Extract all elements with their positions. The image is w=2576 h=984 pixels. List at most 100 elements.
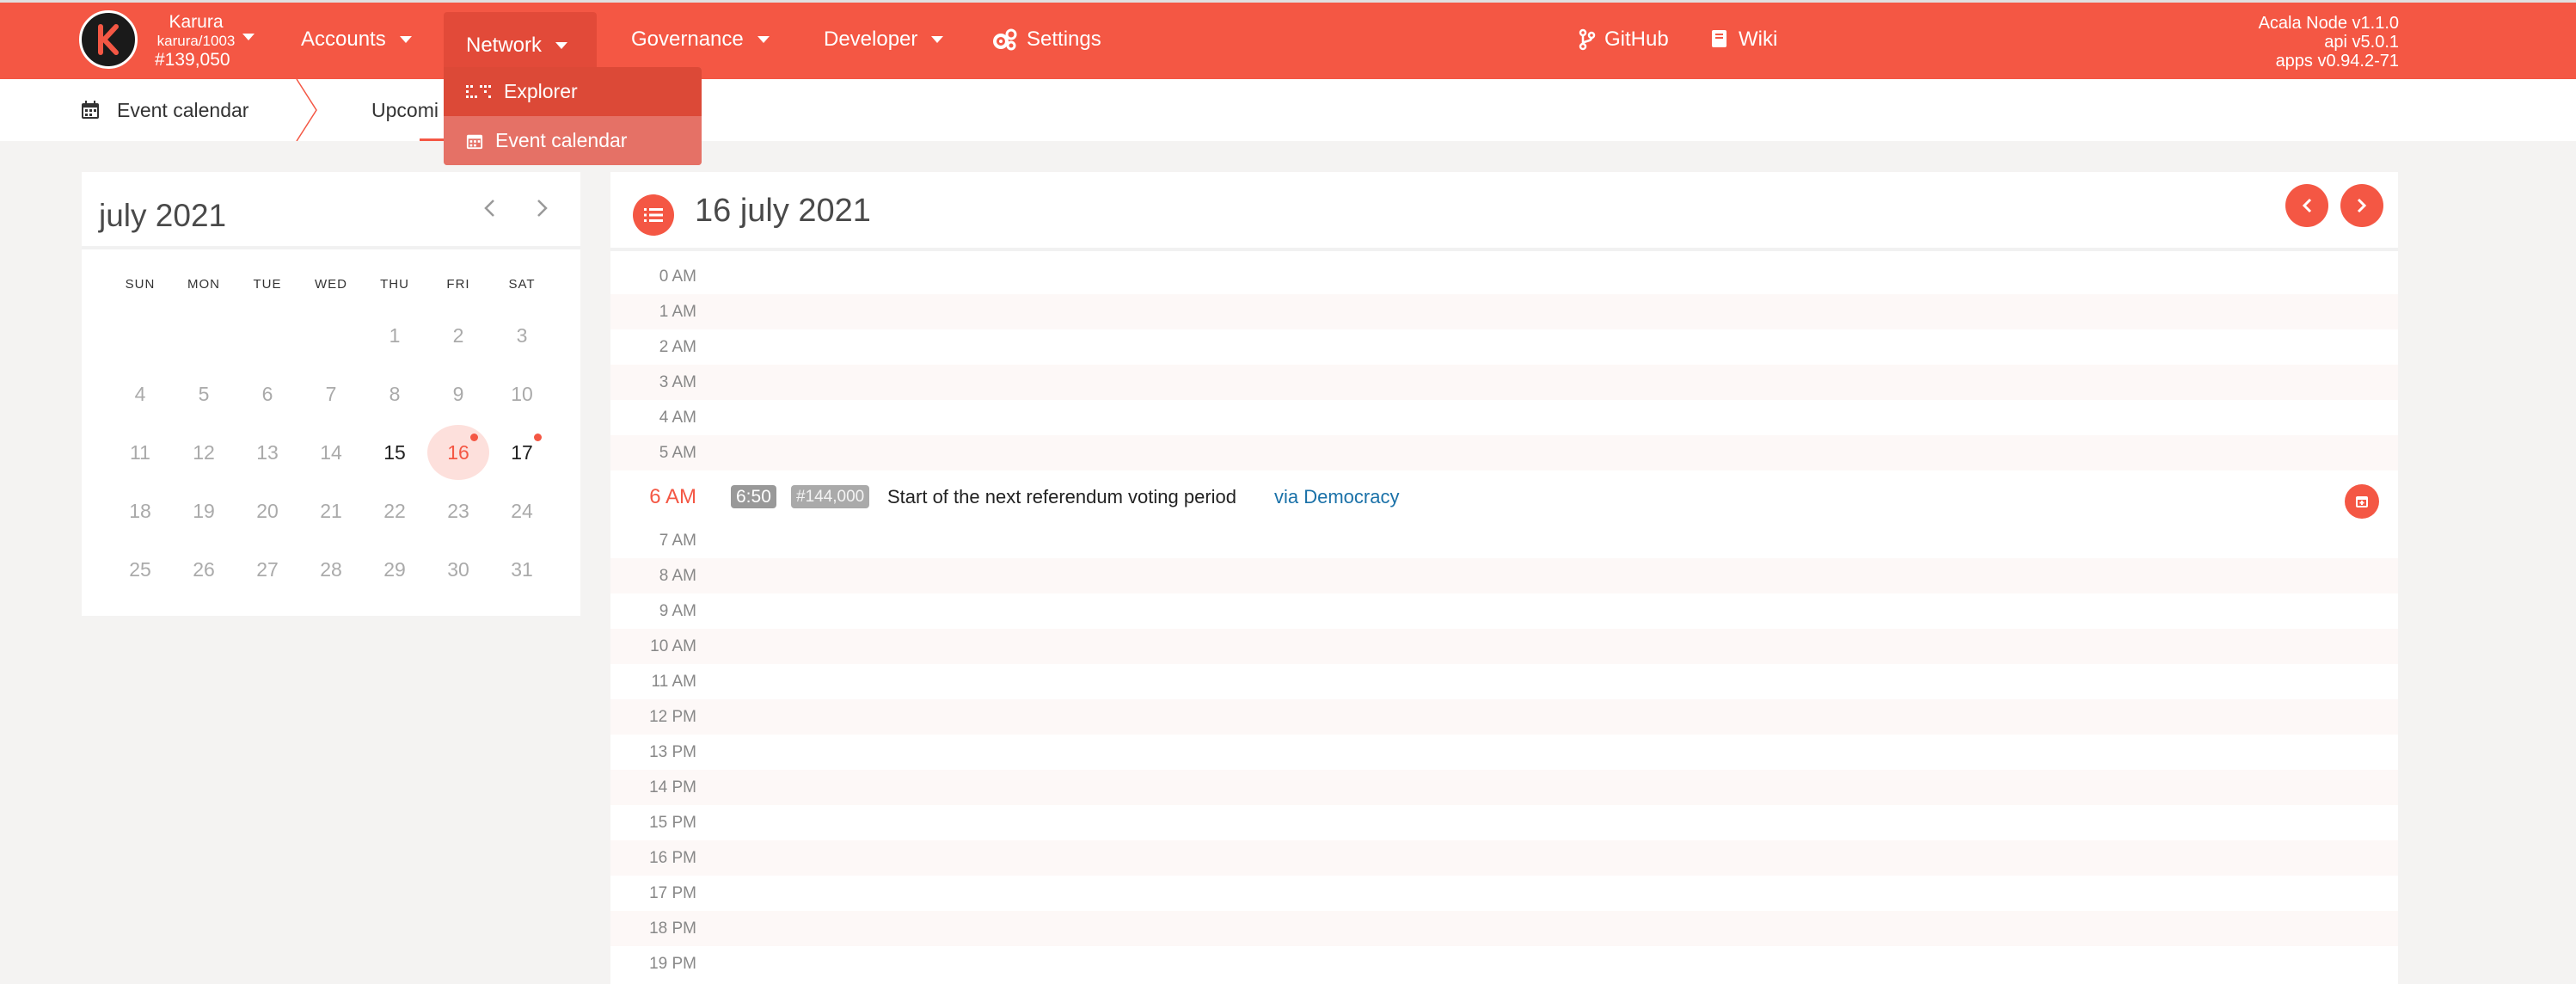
calendar-day-12[interactable]: 12 <box>173 425 235 480</box>
calendar-day-25[interactable]: 25 <box>109 542 171 597</box>
karura-k-icon <box>98 24 119 55</box>
list-icon <box>644 208 663 222</box>
active-tab-indicator <box>420 138 445 141</box>
hour-row: 18 PM <box>610 911 2398 946</box>
hour-label: 0 AM <box>659 268 696 286</box>
previous-day-button[interactable] <box>2285 184 2328 227</box>
network-dropdown-menu: Explorer Event calendar <box>444 67 702 165</box>
calendar-day-8[interactable]: 8 <box>364 366 426 421</box>
calendar-day-2[interactable]: 2 <box>427 308 489 363</box>
hour-row: 14 PM <box>610 770 2398 805</box>
hour-row: 4 AM <box>610 400 2398 435</box>
hour-label: 1 AM <box>659 303 696 321</box>
hour-row: 11 AM <box>610 664 2398 699</box>
chevron-down-icon <box>931 36 944 43</box>
calendar-day-11[interactable]: 11 <box>109 425 171 480</box>
hour-row: 13 PM <box>610 735 2398 770</box>
calendar-day-7[interactable]: 7 <box>300 366 362 421</box>
weekday-label: THU <box>380 277 409 292</box>
nav-governance-label: Governance <box>631 28 744 51</box>
next-day-button[interactable] <box>2340 184 2383 227</box>
hour-row: 12 PM <box>610 699 2398 735</box>
event-time-badge: 6:50 <box>731 485 776 508</box>
chevron-down-icon[interactable] <box>242 29 255 45</box>
calendar-day-23[interactable]: 23 <box>427 483 489 538</box>
calendar-day-28[interactable]: 28 <box>300 542 362 597</box>
nav-wiki[interactable]: Wiki <box>1711 0 1777 79</box>
nav-github[interactable]: GitHub <box>1579 0 1669 79</box>
calendar-day-27[interactable]: 27 <box>236 542 298 597</box>
chevron-down-icon <box>399 36 412 43</box>
weekday-label: WED <box>315 277 347 292</box>
weekday-label: SAT <box>508 277 536 292</box>
calendar-day-21[interactable]: 21 <box>300 483 362 538</box>
chevron-left-icon <box>2302 198 2312 213</box>
calendar-day-19[interactable]: 19 <box>173 483 235 538</box>
tab-event-calendar[interactable]: Event calendar <box>81 79 248 141</box>
node-version: Acala Node v1.1.0 <box>2258 14 2399 33</box>
calendar-day-22[interactable]: 22 <box>364 483 426 538</box>
nav-settings[interactable]: Settings <box>992 0 1101 79</box>
hour-label: 10 AM <box>650 637 696 655</box>
menu-item-explorer[interactable]: Explorer <box>444 67 702 116</box>
nav-accounts[interactable]: Accounts <box>301 0 412 79</box>
next-month-button[interactable] <box>525 191 560 225</box>
hour-row: 17 PM <box>610 876 2398 911</box>
chevron-down-icon <box>757 36 770 43</box>
calendar-day-20[interactable]: 20 <box>236 483 298 538</box>
list-view-button[interactable] <box>633 194 674 236</box>
hour-label: 9 AM <box>659 602 696 620</box>
mini-calendar-header: july 2021 <box>82 172 580 249</box>
calendar-day-15[interactable]: 15 <box>364 425 426 480</box>
tab-upcoming[interactable]: Upcomi <box>371 79 439 141</box>
apps-version: apps v0.94.2-71 <box>2275 52 2399 71</box>
event-description: Start of the next referendum voting peri… <box>887 486 1237 507</box>
hour-label: 16 PM <box>649 849 696 867</box>
calendar-day-17[interactable]: 17 <box>491 425 553 480</box>
karura-logo[interactable] <box>79 10 138 69</box>
hour-row: 0 AM <box>610 259 2398 294</box>
calendar-day-10[interactable]: 10 <box>491 366 553 421</box>
calendar-day-9[interactable]: 9 <box>427 366 489 421</box>
nav-developer[interactable]: Developer <box>824 0 944 79</box>
calendar-day-14[interactable]: 14 <box>300 425 362 480</box>
calendar-day-29[interactable]: 29 <box>364 542 426 597</box>
chevron-left-icon <box>484 200 494 217</box>
hour-row: 3 AM <box>610 365 2398 400</box>
menu-item-event-calendar[interactable]: Event calendar <box>444 116 702 165</box>
weekday-label: FRI <box>446 277 470 292</box>
hour-row: 7 AM <box>610 523 2398 558</box>
calendar-icon <box>82 101 99 119</box>
add-to-calendar-button[interactable] <box>2345 484 2379 519</box>
chain-selector[interactable]: Karura karura/1003 #139,050 <box>153 12 239 71</box>
calendar-day-18[interactable]: 18 <box>109 483 171 538</box>
event-source-link[interactable]: via Democracy <box>1274 485 1399 508</box>
hour-label: 2 AM <box>659 338 696 356</box>
calendar-day-24[interactable]: 24 <box>491 483 553 538</box>
chevron-right-icon <box>537 200 548 217</box>
hour-row: 1 AM <box>610 294 2398 329</box>
chain-name: Karura <box>169 12 224 32</box>
chain-id: karura/1003 <box>156 33 236 50</box>
calendar-day-13[interactable]: 13 <box>236 425 298 480</box>
nav-network-label: Network <box>465 34 543 57</box>
hour-row: 16 PM <box>610 840 2398 876</box>
calendar-day-4[interactable]: 4 <box>109 366 171 421</box>
code-branch-icon <box>1579 28 1596 51</box>
calendar-day-3[interactable]: 3 <box>491 308 553 363</box>
calendar-day-26[interactable]: 26 <box>173 542 235 597</box>
calendar-day-30[interactable]: 30 <box>427 542 489 597</box>
hour-row: 2 AM <box>610 329 2398 365</box>
hour-label: 7 AM <box>659 532 696 550</box>
breadcrumb-separator <box>296 79 317 141</box>
hour-label: 12 PM <box>649 708 696 726</box>
calendar-day-1[interactable]: 1 <box>364 308 426 363</box>
calendar-day-31[interactable]: 31 <box>491 542 553 597</box>
grid-dots-icon <box>466 84 491 98</box>
calendar-day-16[interactable]: 16 <box>427 425 489 480</box>
previous-month-button[interactable] <box>472 191 506 225</box>
calendar-day-6[interactable]: 6 <box>236 366 298 421</box>
calendar-day-5[interactable]: 5 <box>173 366 235 421</box>
nav-wiki-label: Wiki <box>1739 28 1778 51</box>
menu-item-event-calendar-label: Event calendar <box>495 129 628 151</box>
